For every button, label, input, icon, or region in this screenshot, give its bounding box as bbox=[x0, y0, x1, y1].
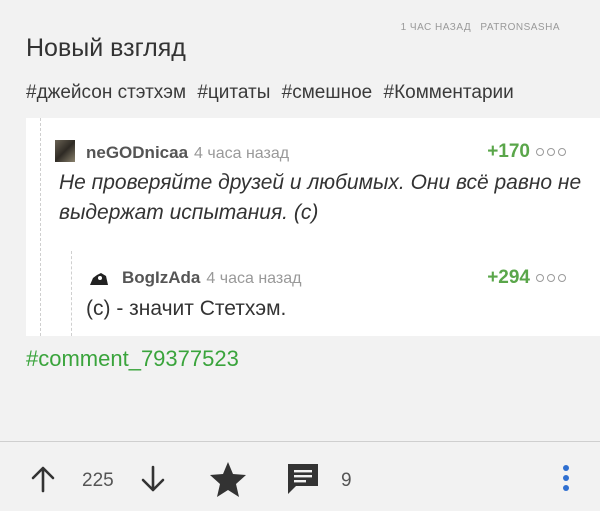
comment-permalink[interactable]: #comment_79377523 bbox=[26, 346, 239, 372]
post-tags: #джейсон стэтхэм #цитаты #смешное #Комме… bbox=[26, 82, 514, 104]
tag[interactable]: #Комментарии bbox=[384, 82, 514, 103]
comment-time: 4 часа назад bbox=[194, 145, 290, 162]
comment-header: BogIzAda 4 часа назад bbox=[122, 268, 301, 288]
avatar[interactable] bbox=[89, 272, 109, 286]
comment-screenshot-card: neGODnicaa 4 часа назад +170 Не проверяйт… bbox=[26, 118, 600, 336]
comment-text: (с) - значит Стетхэм. bbox=[86, 297, 287, 320]
comment-rating: +294 bbox=[487, 267, 530, 288]
post-title[interactable]: Новый взгляд bbox=[26, 34, 186, 63]
tag[interactable]: #смешное bbox=[282, 82, 373, 103]
comment-nick[interactable]: neGODnicaa bbox=[86, 143, 188, 162]
arrow-up-icon[interactable] bbox=[30, 465, 56, 493]
comment-options-icon[interactable] bbox=[536, 148, 566, 156]
comment-icon[interactable] bbox=[286, 462, 320, 496]
post-author[interactable]: PATRONSASHA bbox=[480, 22, 560, 33]
star-icon[interactable] bbox=[208, 460, 248, 498]
comment-rating: +170 bbox=[487, 141, 530, 162]
post-toolbar: 225 9 bbox=[0, 442, 600, 511]
comment: neGODnicaa 4 часа назад +170 Не проверяйт… bbox=[40, 118, 600, 336]
comment-count: 9 bbox=[341, 470, 352, 491]
avatar[interactable] bbox=[55, 140, 75, 162]
vote-count: 225 bbox=[82, 470, 114, 491]
post-meta: 1 час назад PATRONSASHA bbox=[401, 22, 560, 33]
post-time: 1 час назад bbox=[400, 22, 472, 33]
tag[interactable]: #цитаты bbox=[197, 82, 270, 103]
comment-time: 4 часа назад bbox=[206, 270, 302, 287]
arrow-down-icon[interactable] bbox=[140, 465, 166, 493]
kebab-menu-icon[interactable] bbox=[560, 463, 572, 493]
comment-options-icon[interactable] bbox=[536, 274, 566, 282]
comment-text: Не проверяйте друзей и любимых. Они всё … bbox=[59, 171, 582, 224]
comment-nick[interactable]: BogIzAda bbox=[122, 268, 200, 287]
tag[interactable]: #джейсон стэтхэм bbox=[26, 82, 186, 103]
comment-header: neGODnicaa 4 часа назад bbox=[86, 143, 289, 163]
comment-reply: BogIzAda 4 часа назад +294 (с) - значит С… bbox=[71, 251, 600, 336]
